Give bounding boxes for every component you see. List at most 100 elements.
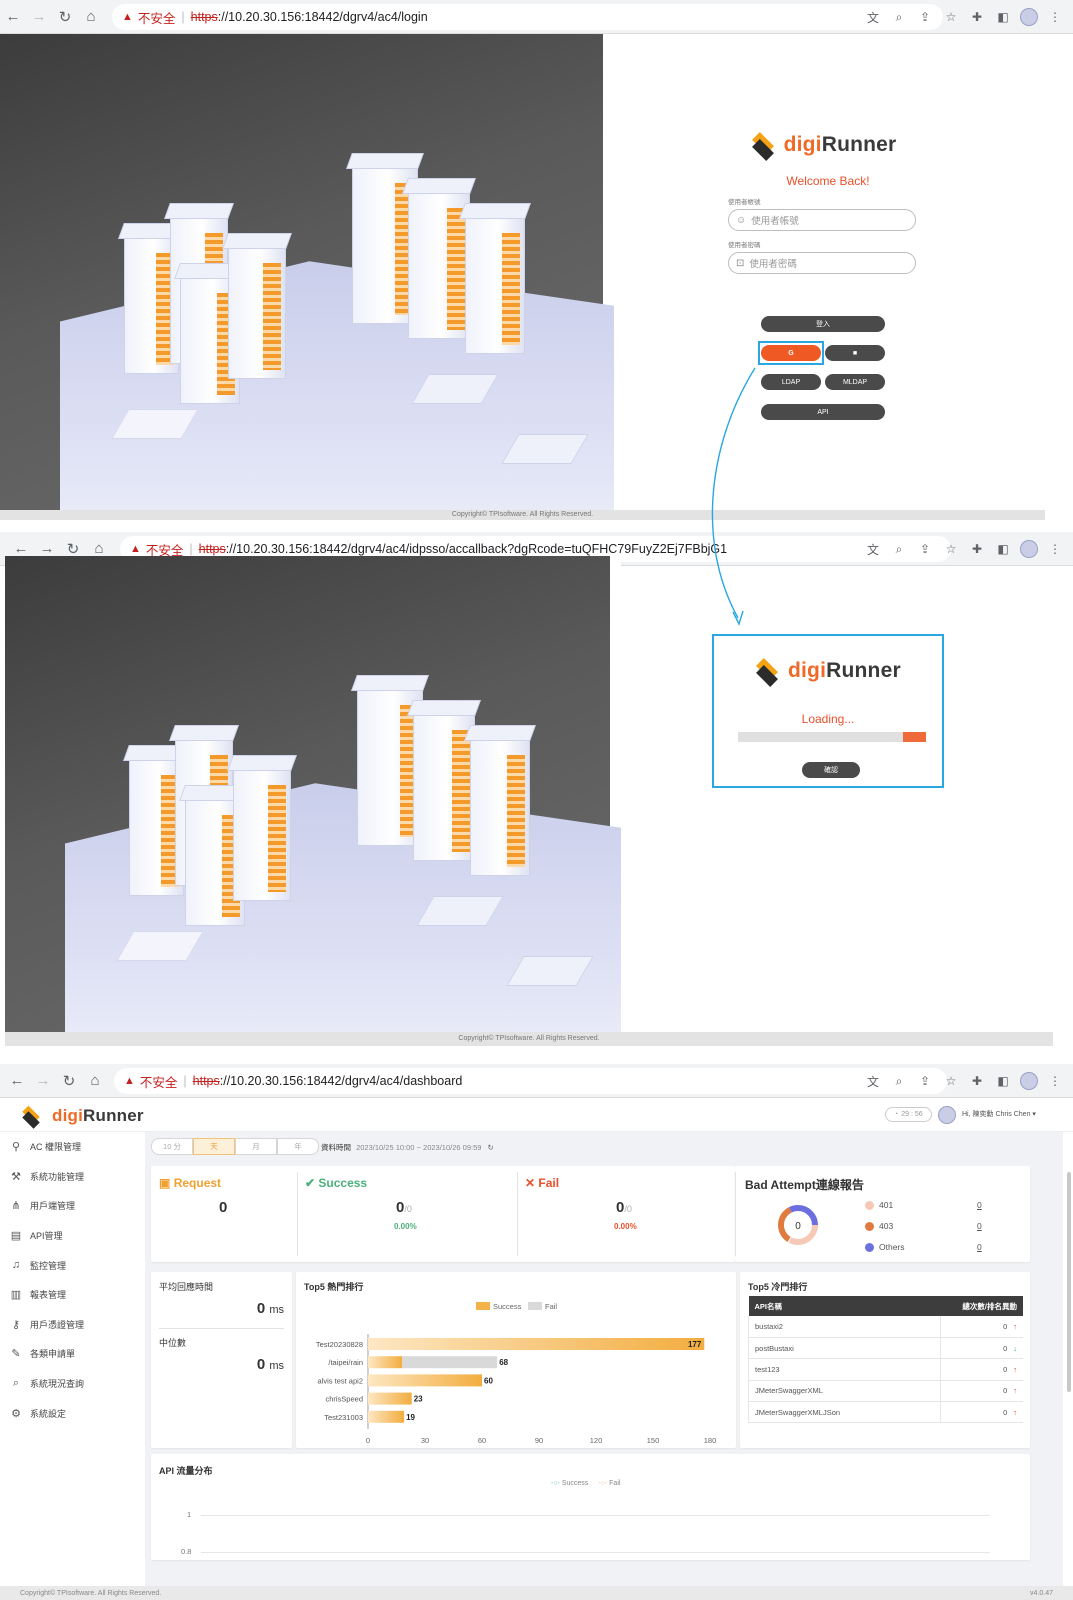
table-row[interactable]: bustaxi2 0 ↑ xyxy=(748,1316,1023,1338)
profile-avatar[interactable] xyxy=(1017,537,1041,561)
mldap-button[interactable]: MLDAP xyxy=(825,374,885,390)
sidebar-item[interactable]: ⚒ 系統功能管理 xyxy=(0,1162,145,1192)
count-cell: 0 ↑ xyxy=(940,1316,1023,1338)
profile-avatar[interactable] xyxy=(1017,1069,1041,1093)
brand-logo[interactable]: digiRunner xyxy=(16,1101,144,1131)
url-scheme: https xyxy=(192,1074,220,1088)
bookmark-star-icon[interactable]: ☆ xyxy=(939,1069,963,1093)
address-bar[interactable]: ▲ 不安全 | https ://10.20.30.156:18442/dgrv… xyxy=(112,4,943,30)
refresh-icon[interactable]: ↻ xyxy=(488,1143,494,1152)
legend-value[interactable]: 0 xyxy=(977,1221,982,1231)
timer-icon: ◔ xyxy=(894,1111,899,1118)
home-icon[interactable]: ⌂ xyxy=(82,1068,108,1094)
tab-time-range[interactable]: 年 xyxy=(277,1138,319,1155)
browser-actions: 文 ⌕ ⇪ ☆ ✚ ◧ ⋮ xyxy=(861,1068,1067,1094)
legend-label: 401 xyxy=(879,1200,894,1210)
microsoft-login-button[interactable]: ■ xyxy=(825,345,885,361)
share-icon[interactable]: ⇪ xyxy=(913,1069,937,1093)
sidebar-item[interactable]: ♫ 監控管理 xyxy=(0,1250,145,1280)
reload-icon[interactable]: ↻ xyxy=(56,1068,82,1094)
success-value: 0/0 xyxy=(396,1199,412,1216)
category-label: Test231003 xyxy=(324,1413,363,1422)
legend-value[interactable]: 0 xyxy=(977,1200,982,1210)
count-cell: 0 ↑ xyxy=(940,1380,1023,1403)
extensions-icon[interactable]: ✚ xyxy=(965,537,989,561)
ldap-button[interactable]: LDAP xyxy=(761,374,821,390)
scrollbar[interactable] xyxy=(1067,1172,1071,1392)
menu-kebab-icon[interactable]: ⋮ xyxy=(1043,5,1067,29)
share-icon[interactable]: ⇪ xyxy=(913,537,937,561)
sidebar-item[interactable]: ⋔ 用戶端管理 xyxy=(0,1191,145,1221)
back-icon[interactable]: ← xyxy=(4,1068,30,1094)
table-row[interactable]: test123 0 ↑ xyxy=(748,1358,1023,1381)
login-button[interactable]: 登入 xyxy=(761,316,885,332)
api-name-cell: test123 xyxy=(748,1358,941,1381)
extensions-icon[interactable]: ✚ xyxy=(965,1069,989,1093)
legend-fail: -○- Fail xyxy=(598,1480,621,1487)
median-value: 0 ms xyxy=(256,1356,284,1373)
password-field[interactable]: ⊡ 使用者密碼 xyxy=(728,252,916,274)
warning-icon: ▲ xyxy=(124,1075,135,1087)
sidepanel-icon[interactable]: ◧ xyxy=(991,1069,1015,1093)
menu-kebab-icon[interactable]: ⋮ xyxy=(1043,1069,1067,1093)
zoom-icon[interactable]: ⌕ xyxy=(887,5,911,29)
insecure-label: 不安全 xyxy=(137,11,176,26)
share-icon[interactable]: ⇪ xyxy=(913,5,937,29)
count-cell: 0 ↑ xyxy=(940,1401,1023,1424)
browser-actions: 文 ⌕ ⇪ ☆ ✚ ◧ ⋮ xyxy=(861,4,1067,30)
table-row[interactable]: postBustaxi 0 ↓ xyxy=(748,1337,1023,1360)
tab-time-range[interactable]: 月 xyxy=(235,1138,277,1155)
translate-icon[interactable]: 文 xyxy=(861,5,885,29)
loading-dialog: digiRunner Loading... 確認 xyxy=(712,634,944,788)
url-scheme: https xyxy=(198,542,226,556)
confirm-button[interactable]: 確認 xyxy=(802,762,860,778)
zoom-icon[interactable]: ⌕ xyxy=(887,1069,911,1093)
user-avatar[interactable] xyxy=(938,1106,956,1124)
bookmark-star-icon[interactable]: ☆ xyxy=(939,537,963,561)
check-icon: ✔ xyxy=(305,1176,316,1190)
sidebar-item[interactable]: ⚙ 系統設定 xyxy=(0,1398,145,1428)
home-icon[interactable]: ⌂ xyxy=(78,4,104,30)
table-row[interactable]: JMeterSwaggerXMLJSon 0 ↑ xyxy=(748,1401,1023,1424)
profile-avatar[interactable] xyxy=(1017,5,1041,29)
col-api-name: API名稱 xyxy=(748,1296,941,1316)
menu-kebab-icon[interactable]: ⋮ xyxy=(1043,537,1067,561)
sidebar-item[interactable]: ⌕ 系統現況查詢 xyxy=(0,1369,145,1399)
sidebar-item[interactable]: ▤ API管理 xyxy=(0,1221,145,1251)
bookmark-star-icon[interactable]: ☆ xyxy=(939,5,963,29)
zoom-icon[interactable]: ⌕ xyxy=(887,537,911,561)
col-count: 總次數/排名異動 xyxy=(940,1296,1023,1316)
tab-time-range[interactable]: 10 分 xyxy=(151,1138,193,1155)
sidebar-item[interactable]: ⚷ 用戶憑證管理 xyxy=(0,1310,145,1340)
tab-time-range[interactable]: 天 xyxy=(193,1138,235,1155)
bar-value-label: 68 xyxy=(499,1358,508,1367)
sidebar-item[interactable]: ⚲ AC 權限管理 xyxy=(0,1132,145,1162)
sidepanel-icon[interactable]: ◧ xyxy=(991,537,1015,561)
url-text: ://10.20.30.156:18442/dgrv4/ac4/dashboar… xyxy=(219,1074,463,1088)
back-icon[interactable]: ← xyxy=(0,4,26,30)
reload-icon[interactable]: ↻ xyxy=(52,4,78,30)
translate-icon[interactable]: 文 xyxy=(861,537,885,561)
x-tick-label: 150 xyxy=(647,1436,660,1445)
username-field[interactable]: ☺ 使用者帳號 xyxy=(728,209,916,231)
bar-segment xyxy=(368,1338,705,1350)
sidebar-item[interactable]: ✎ 各類申請單 xyxy=(0,1339,145,1369)
translate-icon[interactable]: 文 xyxy=(861,1069,885,1093)
hero-illustration xyxy=(0,34,614,510)
user-shield-icon: ⚲ xyxy=(11,1141,21,1154)
caret-down-icon: ▾ xyxy=(1032,1111,1036,1118)
legend-label: Others xyxy=(879,1242,905,1252)
api-login-button[interactable]: API xyxy=(761,404,885,420)
table-row[interactable]: JMeterSwaggerXML 0 ↑ xyxy=(748,1380,1023,1403)
api-name-cell: postBustaxi xyxy=(748,1337,941,1360)
forward-icon[interactable]: → xyxy=(26,4,52,30)
forward-icon[interactable]: → xyxy=(30,1068,56,1094)
sidebar-item-label: API管理 xyxy=(30,1231,63,1242)
user-menu[interactable]: Hi, 陳奕勳 Chris Chen ▾ xyxy=(962,1109,1036,1119)
sidepanel-icon[interactable]: ◧ xyxy=(991,5,1015,29)
extensions-icon[interactable]: ✚ xyxy=(965,5,989,29)
legend-value[interactable]: 0 xyxy=(977,1242,982,1252)
tools-icon: ⚒ xyxy=(11,1170,21,1183)
sidebar-item[interactable]: ▥ 報表管理 xyxy=(0,1280,145,1310)
address-bar[interactable]: ▲ 不安全 | https ://10.20.30.156:18442/dgrv… xyxy=(114,1068,947,1094)
